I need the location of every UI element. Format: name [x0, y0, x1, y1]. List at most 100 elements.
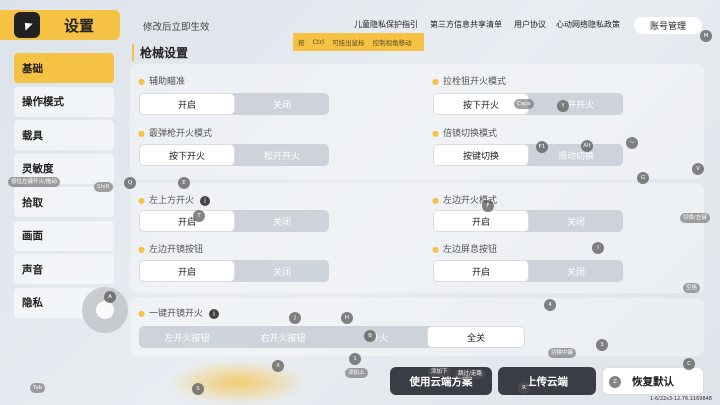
top-left-fire-on[interactable]: 开启: [139, 210, 235, 232]
sidebar-item-label: 载具: [22, 129, 43, 142]
shotgun-fire-label: ● 霰弹枪开火模式: [138, 129, 212, 139]
sidebar-item-label: 基础: [22, 62, 43, 75]
left-fire-mode-toggle[interactable]: 开启 关闭: [433, 210, 623, 232]
info-icon[interactable]: i: [209, 308, 219, 319]
bolt-fire-label: ● 拉栓狙开火模式: [432, 77, 506, 87]
key-hint-circle: Y: [557, 100, 569, 112]
key-hint-circle: T: [193, 210, 205, 222]
aim-assist-off[interactable]: 关闭: [235, 93, 329, 115]
key-hint-circle: F1: [536, 141, 548, 153]
one-key-scope-fire-label: ● 一键开镜开火 i: [138, 306, 219, 319]
key-hint-circle: E: [178, 177, 190, 189]
option-label-text: 倍镜切换模式: [442, 129, 497, 139]
key-hint-circle: Z: [609, 376, 621, 388]
key-hint-circle: M: [700, 30, 712, 42]
bolt-fire-release[interactable]: 松开开火: [529, 93, 623, 115]
option-label-text: 左边屏息按钮: [442, 245, 497, 255]
option-label-text: 拉栓狙开火模式: [442, 77, 506, 87]
scope-switch-toggle[interactable]: 按键切换 滑动切换: [433, 144, 623, 166]
key-hint-circle: H: [341, 312, 353, 324]
left-scope-button-label: ● 左边开镜按钮: [138, 245, 203, 255]
tip-key: Ctrl: [312, 38, 325, 46]
tip-banner: 按 Ctrl 可挂出鼠标 控制视角移动: [293, 33, 424, 51]
sidebar-item-control-mode[interactable]: 操作模式: [14, 86, 114, 117]
left-hold-button-off[interactable]: 关闭: [529, 260, 623, 282]
link-child-privacy[interactable]: 儿童隐私保护指引: [354, 19, 418, 30]
key-hint-chip: 跳过/走路: [455, 369, 485, 379]
sidebar-item-basic[interactable]: 基础: [14, 53, 114, 83]
back-button[interactable]: [14, 12, 40, 38]
left-hold-button-toggle[interactable]: 开启 关闭: [433, 260, 623, 282]
scope-switch-key[interactable]: 按键切换: [433, 144, 529, 166]
top-left-fire-off[interactable]: 关闭: [235, 210, 329, 232]
sidebar-item-label: 隐私: [22, 297, 43, 309]
tip-part: 按: [298, 39, 305, 47]
option-label-text: 左边开镜按钮: [148, 245, 203, 255]
option-all-off[interactable]: 全关: [427, 326, 525, 348]
section-title: 枪械设置: [132, 44, 188, 61]
aim-assist-on[interactable]: 开启: [139, 93, 235, 115]
option-label-text: 一键开镜开火: [148, 309, 203, 319]
option-fire[interactable]: 开火: [331, 326, 427, 348]
option-right-fire-button[interactable]: 右开火按钮: [235, 326, 331, 348]
tip-part: 控制视角移动: [372, 39, 412, 47]
key-hint-circle: C: [683, 358, 695, 370]
one-key-scope-fire-selector[interactable]: 左开火按钮 右开火按钮 开火 全关: [139, 326, 525, 348]
key-hint-circle: 1: [349, 353, 361, 365]
key-hint-circle: J: [289, 312, 301, 324]
key-hint-chip: 按住左键开火/拖动: [8, 177, 60, 187]
key-hint-circle: 4: [544, 299, 556, 311]
key-hint-circle: B: [364, 330, 376, 342]
top-left-fire-toggle[interactable]: 开启 关闭: [139, 210, 329, 232]
sidebar-item-label: 画面: [22, 230, 43, 242]
key-hint-circle: Q: [124, 177, 136, 189]
key-hint-circle: I: [592, 242, 604, 254]
top-left-fire-label: ● 左上方开火 i: [138, 193, 210, 206]
settings-notice: 修改后立即生效: [143, 22, 210, 33]
sidebar-item-label: 声音: [22, 263, 43, 276]
option-label-text: 辅助瞄准: [148, 77, 185, 87]
sidebar-item-label: 灵敏度: [22, 163, 54, 175]
key-hint-circle: ~: [626, 137, 638, 149]
left-hold-button-on[interactable]: 开启: [433, 260, 529, 282]
shotgun-fire-release[interactable]: 松开开火: [235, 144, 329, 166]
upload-cloud-button[interactable]: 上传云端: [498, 367, 596, 395]
option-left-fire-button[interactable]: 左开火按钮: [139, 326, 235, 348]
key-hint-circle: Alt: [581, 140, 593, 152]
link-user-agreement[interactable]: 用户协议: [514, 19, 546, 30]
key-hint-circle: S: [192, 383, 204, 395]
left-fire-mode-off[interactable]: 关闭: [529, 210, 623, 232]
left-fire-mode-on[interactable]: 开启: [433, 210, 529, 232]
yellow-glow-decoration: [168, 360, 308, 405]
key-hint-chip: Caps: [514, 99, 534, 109]
left-scope-button-on[interactable]: 开启: [139, 260, 235, 282]
option-label-text: 左上方开火: [148, 196, 194, 206]
key-hint-circle: V: [692, 163, 704, 175]
link-third-party[interactable]: 第三方信息共享清单: [430, 19, 502, 30]
left-scope-button-off[interactable]: 关闭: [235, 260, 329, 282]
key-hint-circle: A: [104, 291, 116, 303]
shotgun-fire-press[interactable]: 按下开火: [139, 144, 235, 166]
key-hint-chip: 添加下: [428, 367, 451, 377]
link-privacy-policy[interactable]: 心动网络隐私政策: [556, 19, 620, 30]
back-arrow-icon: [24, 22, 33, 31]
sidebar-item-sound[interactable]: 声音: [14, 254, 114, 284]
joystick-knob[interactable]: [96, 301, 114, 319]
key-hint-chip: 添加上: [345, 368, 368, 378]
info-icon[interactable]: i: [200, 195, 210, 206]
sidebar-item-label: 拾取: [22, 196, 43, 209]
shotgun-fire-toggle[interactable]: 按下开火 松开开火: [139, 144, 329, 166]
tip-part: 可挂出鼠标: [332, 39, 365, 47]
key-hint-chip: 切换中键: [548, 348, 577, 358]
option-label-text: 霰弹枪开火模式: [148, 129, 212, 139]
account-button[interactable]: 账号管理: [634, 17, 702, 34]
key-hint-circle: X: [272, 360, 284, 372]
left-scope-button-toggle[interactable]: 开启 关闭: [139, 260, 329, 282]
key-hint-circle: G: [637, 172, 649, 184]
sidebar-item-vehicle[interactable]: 载具: [14, 120, 114, 150]
key-hint-chip: Shift: [94, 182, 113, 192]
aim-assist-toggle[interactable]: 开启 关闭: [139, 93, 329, 115]
sidebar-item-graphics[interactable]: 画面: [14, 220, 114, 251]
scope-switch-label: ● 倍镜切换模式: [432, 129, 497, 139]
version-label: 1-6/22s3-12.76.1169848: [650, 396, 712, 402]
